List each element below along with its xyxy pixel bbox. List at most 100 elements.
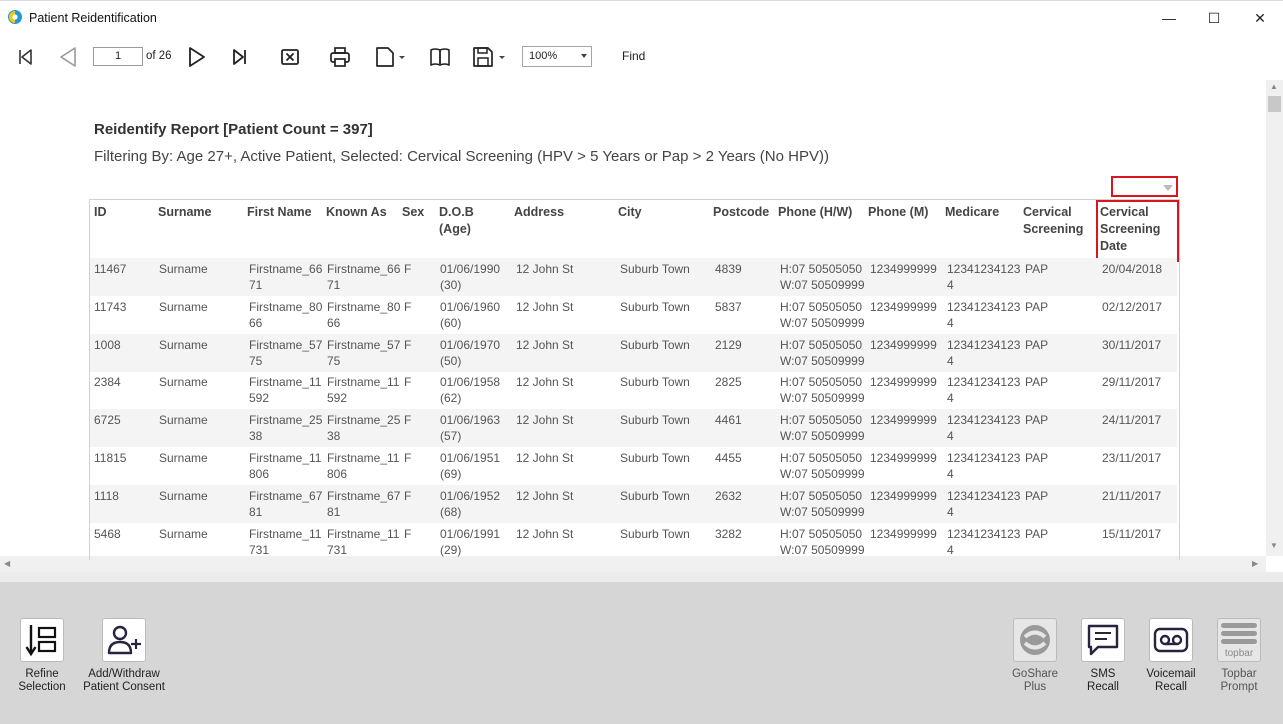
scroll-left-icon[interactable]: ◀ — [4, 559, 10, 568]
cell-dob-line: 01/06/1970 — [440, 337, 501, 352]
cell-address: 12 John St — [516, 337, 573, 353]
cell-surname: Surname — [159, 488, 208, 504]
column-header-sex[interactable]: Sex — [402, 204, 424, 221]
stop-button[interactable] — [277, 44, 303, 70]
vertical-scroll-thumb[interactable] — [1268, 96, 1281, 112]
cell-sex-line: F — [404, 413, 412, 428]
cell-id: 2384 — [94, 374, 121, 390]
page-number-input[interactable]: 1 — [93, 47, 143, 66]
cell-first-name-line: 66 — [249, 315, 263, 330]
cell-phone-m: 1234999999 — [870, 412, 937, 428]
cell-phone-m-line: 1234999999 — [870, 526, 937, 541]
table-row[interactable]: 2384 Surname Firstname_11 592 Firstname_11 59… — [90, 371, 1177, 409]
column-header-id[interactable]: ID — [94, 204, 107, 221]
column-header-surname[interactable]: Surname — [158, 204, 212, 221]
table-row[interactable]: 1008 Surname Firstname_57 75 Firstname_57 75 F… — [90, 333, 1177, 372]
column-header-phone-m[interactable]: Phone (M) — [868, 204, 928, 221]
sort-arrow-icon — [1163, 185, 1173, 191]
column-header-dob[interactable]: D.O.B (Age) — [439, 204, 474, 238]
cell-dob-line: (60) — [440, 315, 462, 330]
next-page-button[interactable] — [184, 44, 210, 70]
cell-city: Suburb Town — [620, 488, 690, 504]
first-page-button[interactable] — [12, 44, 38, 70]
cell-first-name: Firstname_11 731 — [249, 526, 321, 558]
table-row[interactable]: 11815 Surname Firstname_11 806 Firstname_11 8… — [90, 447, 1177, 485]
column-header-medicare[interactable]: Medicare — [945, 204, 999, 221]
column-header-known-as[interactable]: Known As — [326, 204, 387, 221]
export-button[interactable] — [470, 44, 508, 70]
last-page-button[interactable] — [227, 44, 253, 70]
cell-cervical-screening-line: PAP — [1025, 337, 1049, 352]
cell-dob-line: 01/06/1963 — [440, 413, 501, 428]
cell-dob-line: (30) — [440, 278, 462, 292]
cell-first-name-line: Firstname_11 — [249, 375, 322, 390]
zoom-value: 100% — [529, 50, 558, 62]
cell-sex-line: F — [404, 375, 412, 390]
close-button[interactable]: ✕ — [1248, 6, 1272, 30]
cell-cervical-screening-line: PAP — [1025, 299, 1049, 314]
cell-sex: F — [404, 374, 411, 390]
cell-postcode: 5837 — [715, 299, 742, 315]
cell-first-name: Firstname_67 81 — [249, 488, 322, 520]
cell-id-line: 11743 — [94, 299, 127, 314]
cell-phone-m-line: 1234999999 — [870, 413, 937, 428]
cell-medicare-line: 12341234123 — [947, 451, 1021, 465]
sms-recall-button[interactable] — [1081, 618, 1125, 662]
column-header-postcode[interactable]: Postcode — [713, 204, 769, 221]
topbar-prompt-button[interactable]: topbar — [1217, 618, 1261, 662]
cell-phone-hw-line: H:07 50505050 — [780, 413, 863, 428]
column-header-address[interactable]: Address — [514, 204, 564, 221]
scroll-down-icon[interactable]: ▼ — [1270, 541, 1278, 550]
column-header-first-name[interactable]: First Name — [247, 204, 312, 221]
cell-medicare-line: 4 — [947, 429, 954, 444]
maximize-button[interactable]: ☐ — [1202, 6, 1226, 30]
column-header-phone-hw[interactable]: Phone (H/W) — [778, 204, 852, 221]
cell-dob-line: (57) — [440, 429, 462, 444]
cell-known-as-line: Firstname_25 — [327, 413, 401, 428]
scroll-up-icon[interactable]: ▲ — [1270, 82, 1278, 91]
table-row[interactable]: 1118 Surname Firstname_67 81 Firstname_67 81 F… — [90, 484, 1177, 523]
goshare-plus-button[interactable] — [1013, 618, 1057, 662]
voicemail-recall-button[interactable] — [1149, 618, 1193, 662]
cell-known-as-line: Firstname_66 — [327, 262, 401, 276]
previous-page-button[interactable] — [55, 44, 81, 70]
page-setup-button[interactable] — [372, 44, 408, 70]
add-withdraw-consent-button[interactable] — [102, 618, 146, 662]
printer-icon — [330, 47, 350, 67]
scroll-right-icon[interactable]: ▶ — [1252, 559, 1258, 568]
zoom-select[interactable]: 100% — [522, 46, 592, 67]
table-row[interactable]: 5468 Surname Firstname_11 731 Firstname_11 73… — [90, 523, 1177, 561]
voicemail-label-line2: Recall — [1155, 681, 1187, 693]
table-row[interactable]: 11467 Surname Firstname_66 71 Firstname_66 71… — [90, 258, 1177, 296]
layout-view-button[interactable] — [427, 44, 453, 70]
chevron-down-icon — [581, 54, 587, 58]
cell-medicare-line: 4 — [947, 467, 954, 481]
cell-phone-hw: H:07 50505050 W:07 50509999 — [780, 412, 865, 444]
goshare-plus-label: GoShare Plus — [1005, 668, 1065, 694]
page-count-label: of 26 — [146, 50, 172, 62]
refine-selection-button[interactable] — [20, 618, 64, 662]
vertical-scrollbar[interactable]: ▲ ▼ — [1266, 80, 1283, 556]
find-link[interactable]: Find — [622, 49, 645, 63]
table-row[interactable]: 11743 Surname Firstname_80 66 Firstname_80 66… — [90, 296, 1177, 334]
sort-dropdown-highlight[interactable] — [1111, 176, 1178, 197]
cell-dob: 01/06/1991 (29) — [440, 526, 500, 558]
refine-selection-label: Refine Selection — [12, 668, 72, 694]
cell-dob-line: 01/06/1958 — [440, 375, 501, 390]
print-button[interactable] — [327, 44, 353, 70]
cell-sex: F — [404, 526, 411, 542]
cell-surname: Surname — [159, 299, 208, 315]
table-row[interactable]: 6725 Surname Firstname_25 38 Firstname_25 38 F… — [90, 409, 1177, 448]
column-header-cervical-screening[interactable]: Cervical Screening — [1023, 204, 1083, 238]
cell-first-name-line: Firstname_11 — [249, 451, 322, 465]
column-header-city[interactable]: City — [618, 204, 642, 221]
minimize-button[interactable]: — — [1157, 6, 1181, 30]
cell-known-as: Firstname_11 731 — [327, 526, 399, 558]
cell-medicare-line: 4 — [947, 504, 954, 519]
cell-postcode-line: 2632 — [715, 488, 742, 503]
cell-postcode-line: 4461 — [715, 413, 742, 428]
cell-first-name-line: Firstname_25 — [249, 413, 323, 428]
cell-dob-line: (69) — [440, 467, 462, 481]
add-user-icon — [107, 625, 141, 655]
cell-city: Suburb Town — [620, 412, 690, 428]
